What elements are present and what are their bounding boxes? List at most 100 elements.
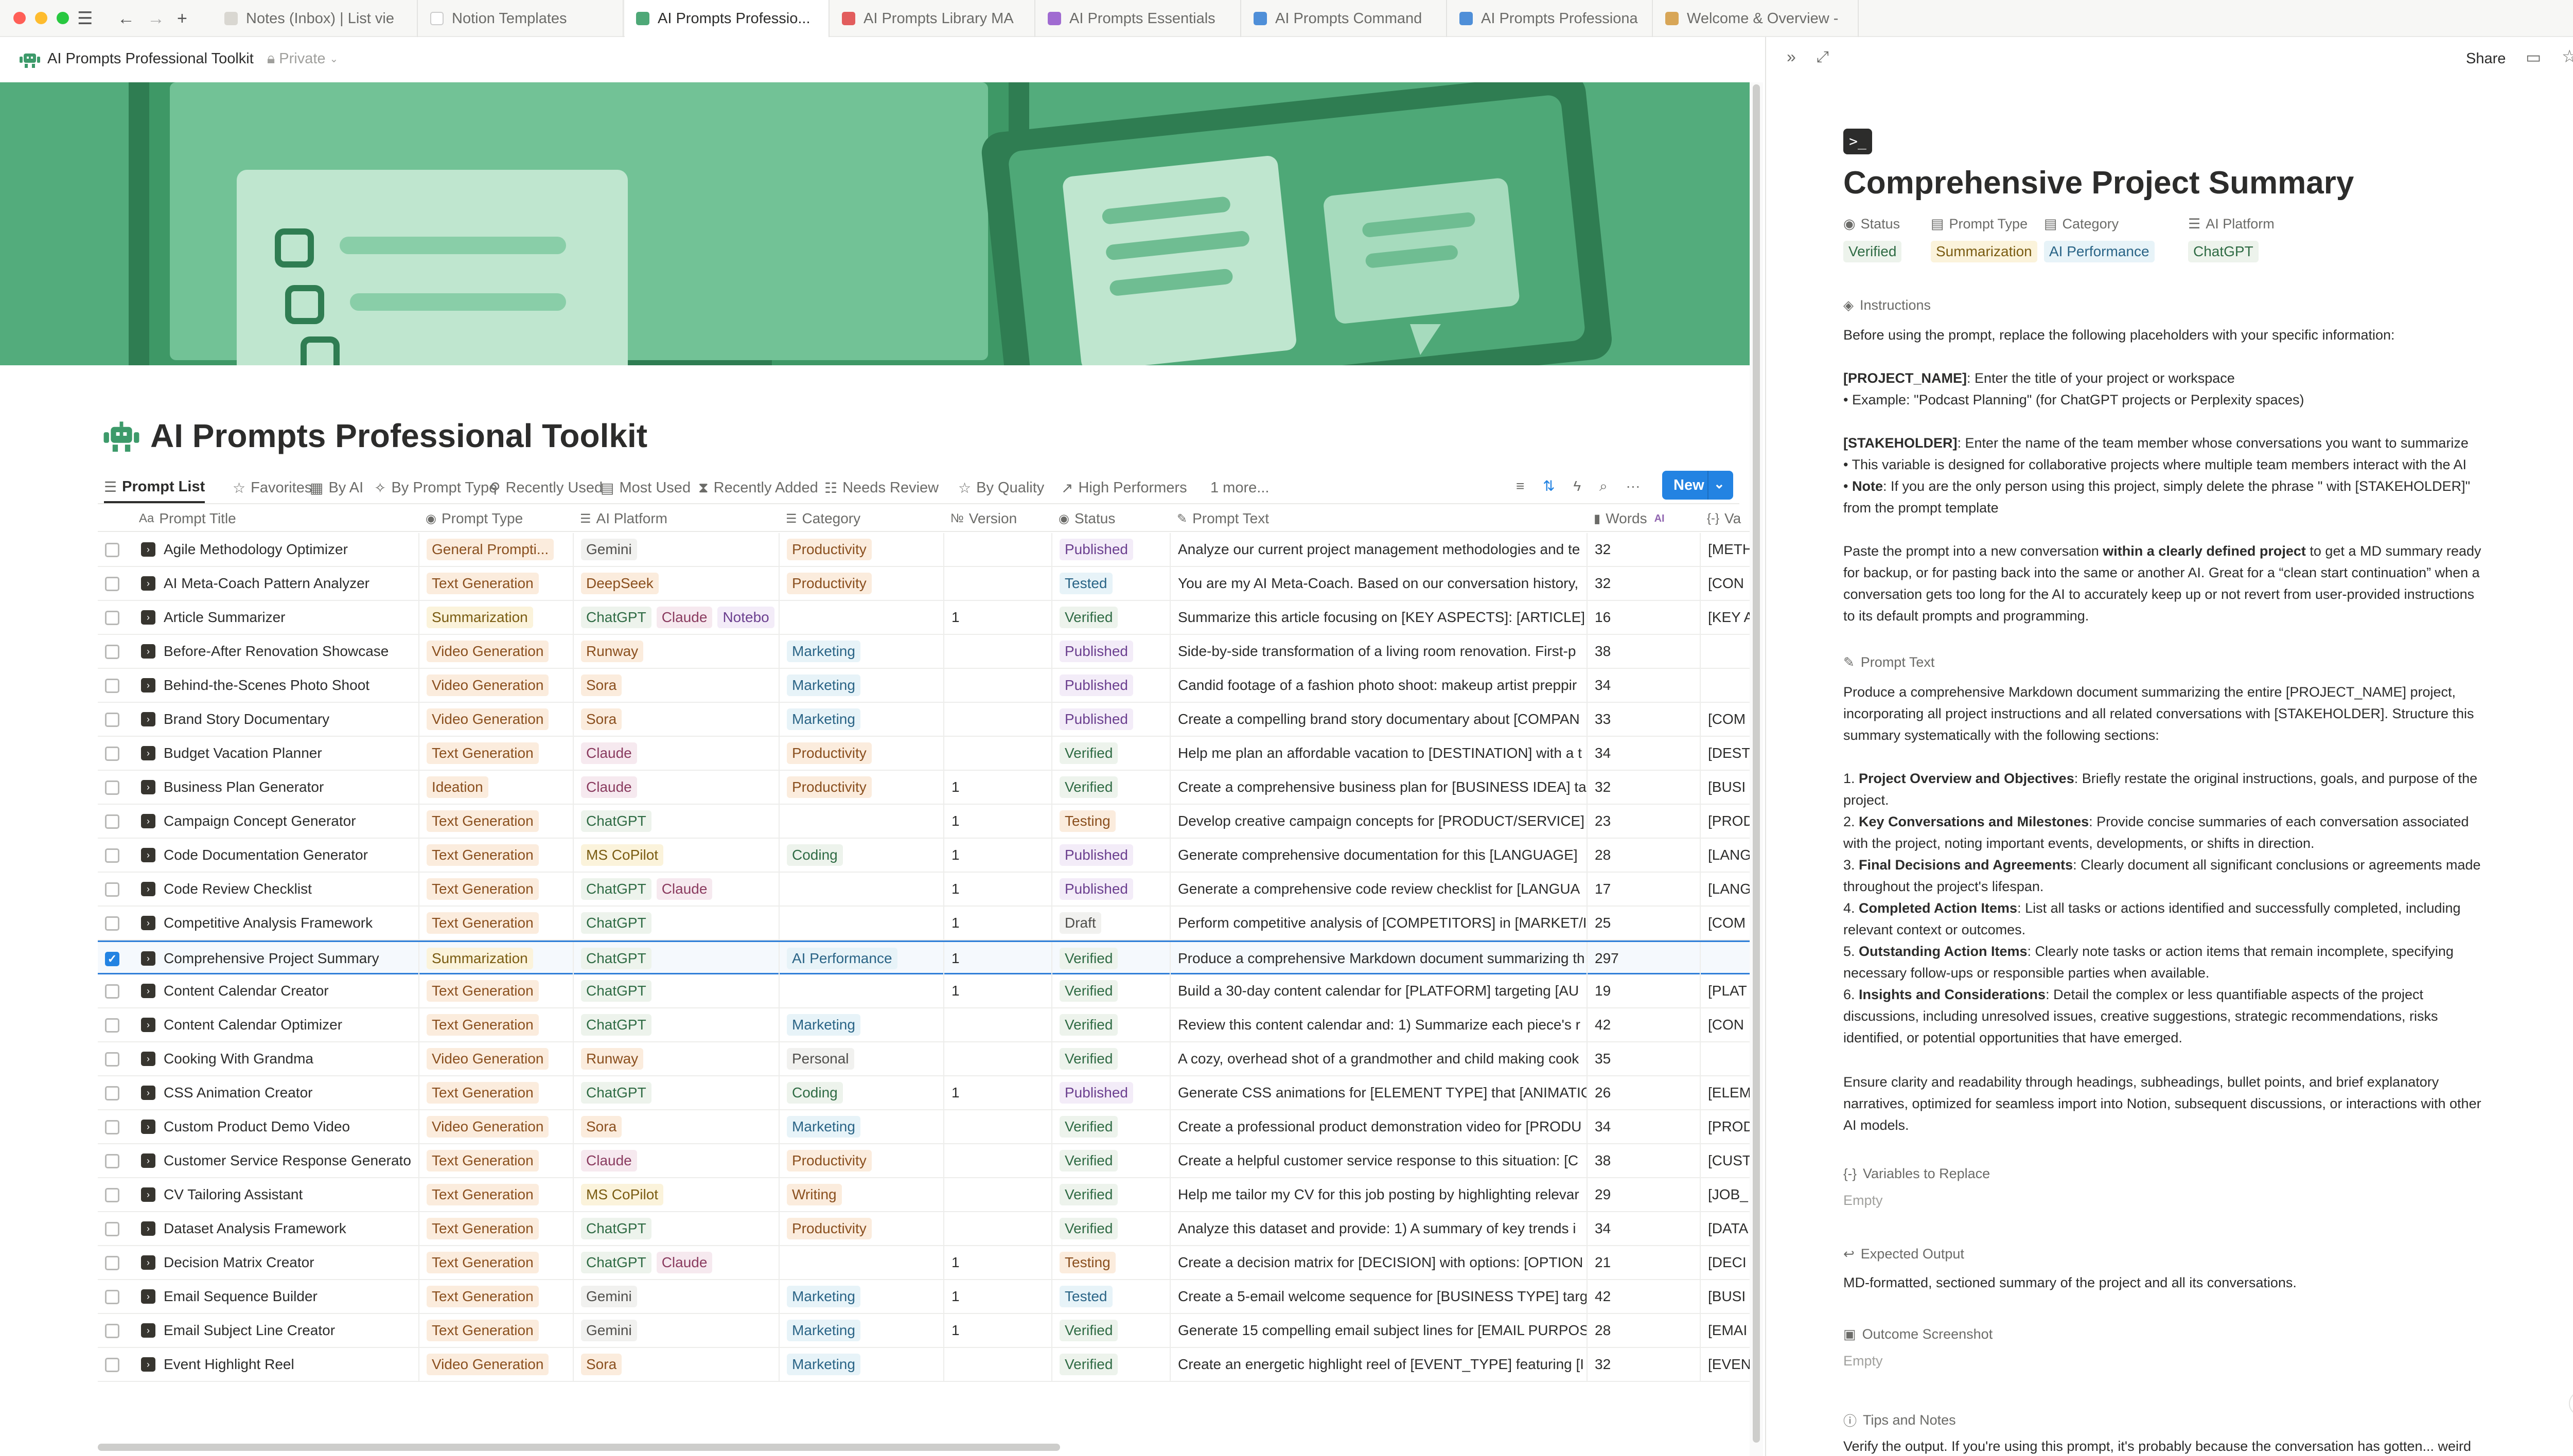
cell-ai-platform[interactable]: Claude	[574, 771, 780, 804]
row-checkbox[interactable]	[105, 543, 119, 557]
row-checkbox[interactable]	[105, 780, 119, 795]
outcome-screenshot-value[interactable]: Empty	[1843, 1353, 1883, 1369]
cell-prompt-type[interactable]: Text Generation	[419, 1314, 574, 1347]
cell-prompt-type[interactable]: Text Generation	[419, 1280, 574, 1313]
view-tab[interactable]: ☆ Favorites	[233, 472, 312, 503]
cell-ai-platform[interactable]: DeepSeek	[574, 567, 780, 600]
chevron-down-icon[interactable]: ⌄	[330, 52, 339, 65]
cell-words[interactable]: 42	[1588, 1008, 1701, 1041]
cell-category[interactable]: Productivity	[780, 1212, 944, 1245]
cell-version[interactable]	[944, 1110, 1052, 1143]
cell-words[interactable]: 34	[1588, 737, 1701, 770]
cell-prompt-text[interactable]: Create a helpful customer service respon…	[1171, 1144, 1588, 1177]
cell-status[interactable]: Published	[1052, 669, 1171, 702]
cell-category[interactable]: Productivity	[780, 533, 944, 566]
row-checkbox[interactable]	[105, 814, 119, 829]
cell-prompt-text[interactable]: Analyze our current project management m…	[1171, 533, 1588, 566]
cell-category[interactable]: Productivity	[780, 737, 944, 770]
cell-ai-platform[interactable]: Claude	[574, 737, 780, 770]
cell-variables[interactable]	[1701, 635, 1750, 668]
cell-prompt-type[interactable]: Video Generation	[419, 1110, 574, 1143]
table-row[interactable]: › Decision Matrix Creator Text Generation C…	[98, 1246, 1750, 1280]
cell-prompt-type[interactable]: Text Generation	[419, 907, 574, 939]
filter-icon[interactable]: ≡	[1516, 478, 1524, 494]
cell-variables[interactable]: [CON	[1701, 1008, 1750, 1041]
cell-category[interactable]: Marketing	[780, 669, 944, 702]
cell-variables[interactable]: [JOB_	[1701, 1178, 1750, 1211]
cell-words[interactable]: 17	[1588, 873, 1701, 905]
cell-words[interactable]: 28	[1588, 839, 1701, 872]
cell-status[interactable]: Verified	[1052, 1008, 1171, 1041]
cell-category[interactable]: Marketing	[780, 635, 944, 668]
cell-prompt-text[interactable]: Develop creative campaign concepts for […	[1171, 805, 1588, 838]
table-row[interactable]: › Content Calendar Optimizer Text Generati…	[98, 1008, 1750, 1042]
view-tab[interactable]: ▤ Most Used	[601, 472, 691, 503]
back-arrow-icon[interactable]: ←	[117, 8, 135, 29]
cell-variables[interactable]	[1701, 942, 1750, 975]
table-row[interactable]: › Email Sequence Builder Text Generation Ge…	[98, 1280, 1750, 1314]
cell-variables[interactable]: [KEY A	[1701, 601, 1750, 634]
cell-version[interactable]: 1	[944, 873, 1052, 905]
cell-prompt-type[interactable]: Text Generation	[419, 1178, 574, 1211]
table-row[interactable]: › Code Documentation Generator Text Genera…	[98, 839, 1750, 873]
row-checkbox[interactable]	[105, 916, 119, 931]
row-checkbox[interactable]	[105, 984, 119, 999]
cell-prompt-title[interactable]: › AI Meta-Coach Pattern Analyzer	[98, 567, 419, 600]
cell-variables[interactable]: [COM	[1701, 703, 1750, 736]
view-tab[interactable]: ▦ By AI	[310, 472, 363, 503]
cell-prompt-title[interactable]: › Code Review Checklist	[98, 873, 419, 905]
zoom-window-button[interactable]	[57, 12, 69, 24]
cell-words[interactable]: 32	[1588, 1348, 1701, 1381]
cell-ai-platform[interactable]: ChatGPT	[574, 942, 780, 975]
cell-ai-platform[interactable]: ChatGPT	[574, 1008, 780, 1041]
table-row[interactable]: › Budget Vacation Planner Text Generation C…	[98, 737, 1750, 771]
cell-ai-platform[interactable]: Runway	[574, 1042, 780, 1075]
property-value[interactable]: AI Performance	[2044, 241, 2160, 262]
cell-prompt-type[interactable]: Video Generation	[419, 1348, 574, 1381]
cell-status[interactable]: Verified	[1052, 974, 1171, 1007]
column-header[interactable]: ☰ Category	[780, 505, 944, 532]
cell-ai-platform[interactable]: ChatGPT	[574, 907, 780, 939]
cell-version[interactable]: 1	[944, 839, 1052, 872]
cell-prompt-text[interactable]: Create a 5-email welcome sequence for [B…	[1171, 1280, 1588, 1313]
new-button[interactable]: New ⌄	[1662, 471, 1733, 500]
row-checkbox[interactable]	[105, 1358, 119, 1372]
cell-category[interactable]: Marketing	[780, 1348, 944, 1381]
cell-status[interactable]: Verified	[1052, 1144, 1171, 1177]
cell-prompt-type[interactable]: General Prompti...	[419, 533, 574, 566]
cell-ai-platform[interactable]: ChatGPT Claude Notebo	[574, 601, 780, 634]
column-header[interactable]: ▮ Words AI	[1588, 505, 1701, 532]
cell-version[interactable]: 1	[944, 601, 1052, 634]
cell-variables[interactable]: [DATA	[1701, 1212, 1750, 1245]
cell-variables[interactable]: [CON	[1701, 567, 1750, 600]
browser-tab[interactable]: AI Prompts Professio...	[625, 0, 830, 37]
cell-status[interactable]: Published	[1052, 1076, 1171, 1109]
cell-prompt-type[interactable]: Text Generation	[419, 1144, 574, 1177]
cell-prompt-text[interactable]: Summarize this article focusing on [KEY …	[1171, 601, 1588, 634]
table-row[interactable]: › CV Tailoring Assistant Text Generation MS…	[98, 1178, 1750, 1212]
cell-status[interactable]: Testing	[1052, 805, 1171, 838]
cell-category[interactable]: Coding	[780, 839, 944, 872]
cell-prompt-text[interactable]: Create a compelling brand story document…	[1171, 703, 1588, 736]
comment-icon[interactable]: ▭	[2526, 47, 2541, 67]
cell-category[interactable]	[780, 805, 944, 838]
cell-variables[interactable]: [PROD	[1701, 1110, 1750, 1143]
row-checkbox[interactable]	[105, 1188, 119, 1202]
cell-words[interactable]: 35	[1588, 1042, 1701, 1075]
cell-prompt-type[interactable]: Summarization	[419, 942, 574, 975]
cell-variables[interactable]	[1701, 669, 1750, 702]
cell-status[interactable]: Verified	[1052, 1178, 1171, 1211]
cell-status[interactable]: Draft	[1052, 907, 1171, 939]
cell-prompt-title[interactable]: › Business Plan Generator	[98, 771, 419, 804]
cell-prompt-type[interactable]: Text Generation	[419, 1212, 574, 1245]
cell-prompt-type[interactable]: Ideation	[419, 771, 574, 804]
row-checkbox[interactable]	[105, 1222, 119, 1236]
row-checkbox[interactable]	[105, 713, 119, 727]
cell-prompt-title[interactable]: › Budget Vacation Planner	[98, 737, 419, 770]
column-header[interactable]: Aa Prompt Title	[98, 505, 419, 532]
cell-status[interactable]: Verified	[1052, 1042, 1171, 1075]
cell-category[interactable]: Marketing	[780, 703, 944, 736]
cell-words[interactable]: 32	[1588, 567, 1701, 600]
view-tab[interactable]: ☆ By Quality	[958, 472, 1044, 503]
cell-prompt-text[interactable]: Create a professional product demonstrat…	[1171, 1110, 1588, 1143]
